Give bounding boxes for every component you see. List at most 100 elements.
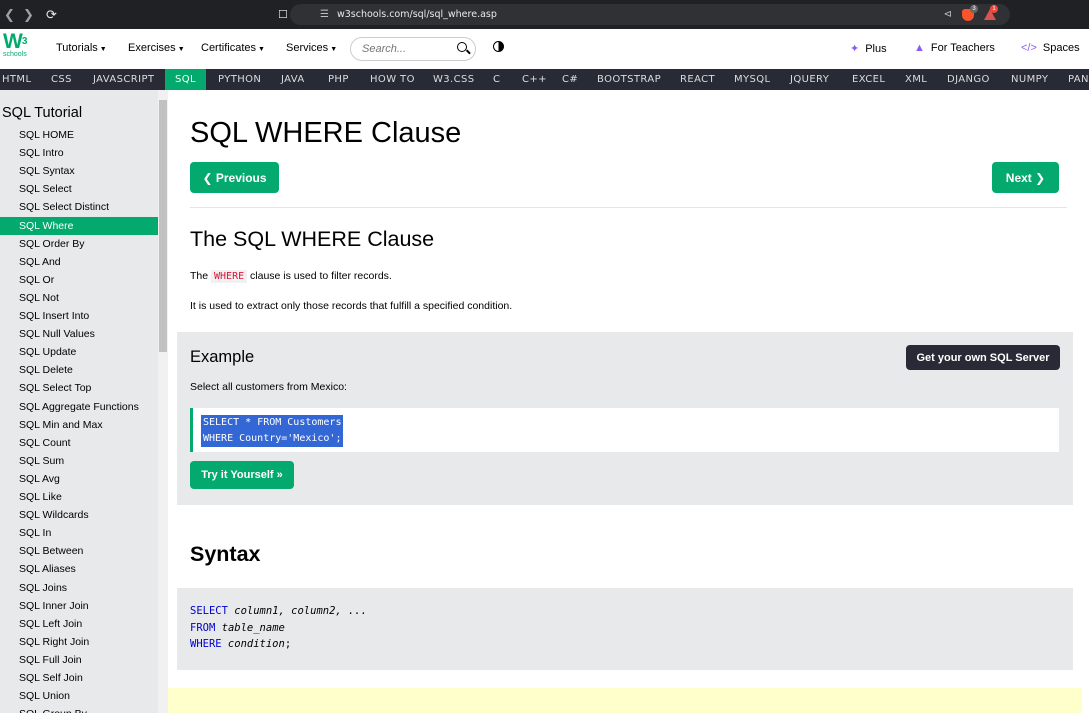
try-it-yourself-button[interactable]: Try it Yourself » [190, 461, 294, 489]
keyword: SELECT [190, 605, 228, 617]
menu-tutorials[interactable]: Tutorials ▼ [56, 42, 107, 54]
share-icon[interactable]: ⊲ [944, 9, 952, 20]
sidebar-item-sql-aggregate-functions[interactable]: SQL Aggregate Functions [0, 398, 158, 416]
sidebar-item-sql-where[interactable]: SQL Where [0, 216, 158, 235]
menu-label: Services [286, 42, 329, 54]
sidebar-item-sql-avg[interactable]: SQL Avg [0, 470, 158, 488]
sidebar-item-sql-joins[interactable]: SQL Joins [0, 579, 158, 597]
sidebar-item-sql-self-join[interactable]: SQL Self Join [0, 669, 158, 687]
sidebar-item-sql-select-distinct[interactable]: SQL Select Distinct [0, 198, 158, 216]
subnav-c[interactable]: C [493, 69, 500, 90]
menu-label: Certificates [201, 42, 257, 54]
sidebar-item-sql-left-join[interactable]: SQL Left Join [0, 615, 158, 633]
menu-exercises[interactable]: Exercises ▼ [128, 42, 185, 54]
caret-down-icon: ▼ [330, 46, 338, 53]
example-box: Example Get your own SQL Server Select a… [177, 332, 1073, 505]
subnav-bootstrap[interactable]: BOOTSTRAP [597, 69, 661, 90]
code-line: SELECT * FROM Customers [201, 415, 344, 431]
sidebar-item-sql-not[interactable]: SQL Not [0, 289, 158, 307]
sidebar-item-sql-or[interactable]: SQL Or [0, 271, 158, 289]
subnav-react[interactable]: REACT [680, 69, 715, 90]
address-bar[interactable]: ☐ ☰ w3schools.com/sql/sql_where.asp ⊲ 3 … [278, 4, 1010, 25]
subnav-numpy[interactable]: NUMPY [1011, 69, 1048, 90]
sidebar-item-sql-select-top[interactable]: SQL Select Top [0, 379, 158, 397]
subnav-python[interactable]: PYTHON [218, 69, 261, 90]
for-teachers-link[interactable]: ▲ For Teachers [914, 42, 995, 54]
spaces-link[interactable]: </> Spaces [1021, 42, 1080, 54]
back-icon[interactable]: ❮ [0, 7, 19, 23]
dark-mode-toggle-icon[interactable] [493, 41, 504, 52]
sidebar-item-sql-min-and-max[interactable]: SQL Min and Max [0, 416, 158, 434]
previous-button[interactable]: ❮ Previous [190, 162, 279, 193]
sidebar-scrollbar-thumb[interactable] [159, 100, 167, 352]
intro-text-start: The [190, 270, 212, 282]
sidebar-item-sql-count[interactable]: SQL Count [0, 434, 158, 452]
syntax-title: Syntax [190, 542, 261, 566]
sidebar: SQL Tutorial SQL HOME SQL Intro SQL Syntax… [0, 90, 168, 713]
subnav-php[interactable]: PHP [328, 69, 349, 90]
brave-count: 3 [970, 4, 978, 13]
brave-rewards-icon[interactable]: 1 [984, 5, 998, 20]
caret-down-icon: ▼ [177, 46, 185, 53]
subnav-w3css[interactable]: W3.CSS [433, 69, 475, 90]
sidebar-item-sql-between[interactable]: SQL Between [0, 542, 158, 560]
sidebar-item-sql-group-by[interactable]: SQL Group By [0, 705, 158, 713]
sparkle-icon: ✦ [850, 43, 860, 55]
subnav-mysql[interactable]: MYSQL [734, 69, 771, 90]
sidebar-item-sql-aliases[interactable]: SQL Aliases [0, 560, 158, 578]
sidebar-item-sql-null-values[interactable]: SQL Null Values [0, 325, 158, 343]
sidebar-item-sql-syntax[interactable]: SQL Syntax [0, 162, 158, 180]
syntax-text: table_name [215, 621, 285, 634]
sidebar-item-sql-delete[interactable]: SQL Delete [0, 361, 158, 379]
sidebar-item-sql-intro[interactable]: SQL Intro [0, 144, 158, 162]
search-input[interactable] [362, 43, 452, 55]
subnav-css[interactable]: CSS [51, 69, 72, 90]
sidebar-item-sql-in[interactable]: SQL In [0, 524, 158, 542]
reload-icon[interactable]: ⟳ [42, 7, 61, 23]
logo-subtext: schools [3, 51, 27, 58]
subnav-sql[interactable]: SQL [165, 69, 206, 90]
menu-label: Tutorials [56, 42, 98, 54]
inline-code-where: WHERE [211, 270, 248, 283]
subnav-jquery[interactable]: JQUERY [790, 69, 829, 90]
menu-certificates[interactable]: Certificates ▼ [201, 42, 265, 54]
next-button[interactable]: Next ❯ [992, 162, 1059, 193]
sidebar-item-sql-like[interactable]: SQL Like [0, 488, 158, 506]
get-sql-server-button[interactable]: Get your own SQL Server [906, 345, 1060, 370]
sidebar-item-sql-order-by[interactable]: SQL Order By [0, 235, 158, 253]
menu-services[interactable]: Services ▼ [286, 42, 337, 54]
sidebar-item-sql-full-join[interactable]: SQL Full Join [0, 651, 158, 669]
sidebar-item-sql-and[interactable]: SQL And [0, 253, 158, 271]
subnav-csharp[interactable]: C# [562, 69, 578, 90]
browser-toolbar: ❮ ❯ ⟳ ☐ ☰ w3schools.com/sql/sql_where.as… [0, 0, 1089, 29]
sidebar-item-sql-inner-join[interactable]: SQL Inner Join [0, 597, 158, 615]
sidebar-item-sql-update[interactable]: SQL Update [0, 343, 158, 361]
example-code-block[interactable]: SELECT * FROM Customers WHERE Country='M… [190, 408, 1059, 452]
sidebar-item-sql-home[interactable]: SQL HOME [0, 126, 158, 144]
site-settings-icon[interactable]: ☰ [320, 9, 329, 20]
bookmark-icon[interactable]: ☐ [278, 8, 288, 21]
subnav-javascript[interactable]: JAVASCRIPT [93, 69, 154, 90]
subnav-howto[interactable]: HOW TO [370, 69, 415, 90]
caret-down-icon: ▼ [258, 46, 265, 53]
sidebar-item-sql-insert-into[interactable]: SQL Insert Into [0, 307, 158, 325]
plus-link[interactable]: ✦ Plus [850, 42, 887, 56]
subnav-cpp[interactable]: C++ [522, 69, 547, 90]
sidebar-item-sql-wildcards[interactable]: SQL Wildcards [0, 506, 158, 524]
subnav-html[interactable]: HTML [2, 69, 31, 90]
brave-shield-icon[interactable]: 3 [962, 4, 978, 21]
sidebar-item-sql-sum[interactable]: SQL Sum [0, 452, 158, 470]
teachers-label: For Teachers [930, 42, 995, 54]
sidebar-item-sql-union[interactable]: SQL Union [0, 687, 158, 705]
subnav-java[interactable]: JAVA [281, 69, 305, 90]
sidebar-item-sql-right-join[interactable]: SQL Right Join [0, 633, 158, 651]
subnav-pandas[interactable]: PAN [1068, 69, 1089, 90]
forward-icon[interactable]: ❯ [19, 7, 38, 23]
subnav-excel[interactable]: EXCEL [852, 69, 885, 90]
search-icon[interactable] [457, 42, 467, 52]
subnav-xml[interactable]: XML [905, 69, 927, 90]
w3schools-logo[interactable]: W3 schools [3, 31, 33, 62]
divider [190, 207, 1067, 208]
sidebar-item-sql-select[interactable]: SQL Select [0, 180, 158, 198]
subnav-django[interactable]: DJANGO [947, 69, 990, 90]
